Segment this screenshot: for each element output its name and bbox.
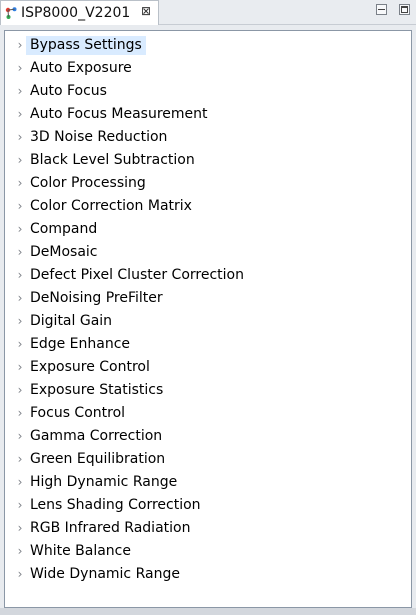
tree-item[interactable]: › Exposure Statistics (5, 379, 411, 402)
tree-item-label[interactable]: Wide Dynamic Range (26, 565, 184, 584)
chevron-right-icon[interactable]: › (14, 200, 26, 212)
chevron-right-icon[interactable]: › (14, 246, 26, 258)
chevron-right-icon[interactable]: › (14, 131, 26, 143)
tree-nodes-icon (5, 7, 17, 19)
tree-item[interactable]: › Color Processing (5, 172, 411, 195)
view-controls (369, 4, 410, 18)
tree-item-label[interactable]: DeMosaic (26, 243, 102, 262)
chevron-right-icon[interactable]: › (14, 522, 26, 534)
tree-item[interactable]: › 3D Noise Reduction (5, 126, 411, 149)
chevron-right-icon[interactable]: › (14, 384, 26, 396)
chevron-right-icon[interactable]: › (14, 108, 26, 120)
isp-modules-tree: › Bypass Settings › Auto Exposure › Auto Focu… (5, 34, 411, 586)
tree-item[interactable]: › DeNoising PreFilter (5, 287, 411, 310)
tree-item-label[interactable]: Exposure Control (26, 358, 154, 377)
view-tab-bar: ISP8000_V2201 ⊠ (0, 0, 416, 25)
tab-title: ISP8000_V2201 (21, 5, 131, 21)
tree-item-label[interactable]: High Dynamic Range (26, 473, 181, 492)
chevron-right-icon[interactable]: › (14, 177, 26, 189)
tree-item-label[interactable]: Focus Control (26, 404, 129, 423)
maximize-icon[interactable] (399, 4, 410, 15)
tree-item[interactable]: › Edge Enhance (5, 333, 411, 356)
tree-item[interactable]: › RGB Infrared Radiation (5, 517, 411, 540)
chevron-right-icon[interactable]: › (14, 430, 26, 442)
tree-item[interactable]: › Wide Dynamic Range (5, 563, 411, 586)
tree-item[interactable]: › Auto Focus (5, 80, 411, 103)
chevron-right-icon[interactable]: › (14, 85, 26, 97)
chevron-right-icon[interactable]: › (14, 338, 26, 350)
tree-item-label[interactable]: Gamma Correction (26, 427, 166, 446)
tree-item[interactable]: › Auto Exposure (5, 57, 411, 80)
tree-item[interactable]: › Focus Control (5, 402, 411, 425)
tree-item-label[interactable]: Bypass Settings (26, 36, 146, 55)
tree-item-label[interactable]: Color Correction Matrix (26, 197, 196, 216)
bottom-border (0, 608, 416, 615)
tree-item[interactable]: › Digital Gain (5, 310, 411, 333)
tree-item-label[interactable]: Lens Shading Correction (26, 496, 205, 515)
chevron-right-icon[interactable]: › (14, 269, 26, 281)
tree-item-label[interactable]: 3D Noise Reduction (26, 128, 171, 147)
chevron-right-icon[interactable]: › (14, 545, 26, 557)
minimize-icon[interactable] (375, 4, 387, 15)
tree-item-label[interactable]: Green Equilibration (26, 450, 169, 469)
tree-item[interactable]: › Bypass Settings (5, 34, 411, 57)
chevron-right-icon[interactable]: › (14, 154, 26, 166)
close-icon[interactable]: ⊠ (140, 5, 152, 17)
tree-item[interactable]: › Green Equilibration (5, 448, 411, 471)
tree-item-label[interactable]: DeNoising PreFilter (26, 289, 167, 308)
chevron-right-icon[interactable]: › (14, 407, 26, 419)
tree-item-label[interactable]: Digital Gain (26, 312, 116, 331)
chevron-right-icon[interactable]: › (14, 499, 26, 511)
tree-item-label[interactable]: RGB Infrared Radiation (26, 519, 194, 538)
tree-item-label[interactable]: Edge Enhance (26, 335, 134, 354)
chevron-right-icon[interactable]: › (14, 361, 26, 373)
tree-item-label[interactable]: Defect Pixel Cluster Correction (26, 266, 248, 285)
chevron-right-icon[interactable]: › (14, 39, 26, 51)
tree-item[interactable]: › High Dynamic Range (5, 471, 411, 494)
tree-item-label[interactable]: Color Processing (26, 174, 150, 193)
tree-item[interactable]: › DeMosaic (5, 241, 411, 264)
tree-item-label[interactable]: Exposure Statistics (26, 381, 167, 400)
tree-item-label[interactable]: White Balance (26, 542, 135, 561)
tree-item[interactable]: › Black Level Subtraction (5, 149, 411, 172)
view-tab[interactable]: ISP8000_V2201 ⊠ (0, 0, 159, 25)
tree-item-label[interactable]: Auto Exposure (26, 59, 136, 78)
chevron-right-icon[interactable]: › (14, 476, 26, 488)
chevron-right-icon[interactable]: › (14, 62, 26, 74)
tree-item-label[interactable]: Compand (26, 220, 101, 239)
tree-item-label[interactable]: Auto Focus (26, 82, 111, 101)
tree-panel: › Bypass Settings › Auto Exposure › Auto Focu… (4, 30, 412, 608)
tree-item[interactable]: › Defect Pixel Cluster Correction (5, 264, 411, 287)
tree-item-label[interactable]: Auto Focus Measurement (26, 105, 212, 124)
tree-item[interactable]: › Lens Shading Correction (5, 494, 411, 517)
chevron-right-icon[interactable]: › (14, 223, 26, 235)
chevron-right-icon[interactable]: › (14, 292, 26, 304)
tree-item[interactable]: › Color Correction Matrix (5, 195, 411, 218)
tree-item[interactable]: › White Balance (5, 540, 411, 563)
chevron-right-icon[interactable]: › (14, 453, 26, 465)
tree-item-label[interactable]: Black Level Subtraction (26, 151, 199, 170)
tree-item[interactable]: › Compand (5, 218, 411, 241)
chevron-right-icon[interactable]: › (14, 568, 26, 580)
isp-view-window: ISP8000_V2201 ⊠ › Bypass Settings › Auto Ex… (0, 0, 416, 615)
tree-item[interactable]: › Gamma Correction (5, 425, 411, 448)
chevron-right-icon[interactable]: › (14, 315, 26, 327)
tree-item[interactable]: › Exposure Control (5, 356, 411, 379)
tree-item[interactable]: › Auto Focus Measurement (5, 103, 411, 126)
